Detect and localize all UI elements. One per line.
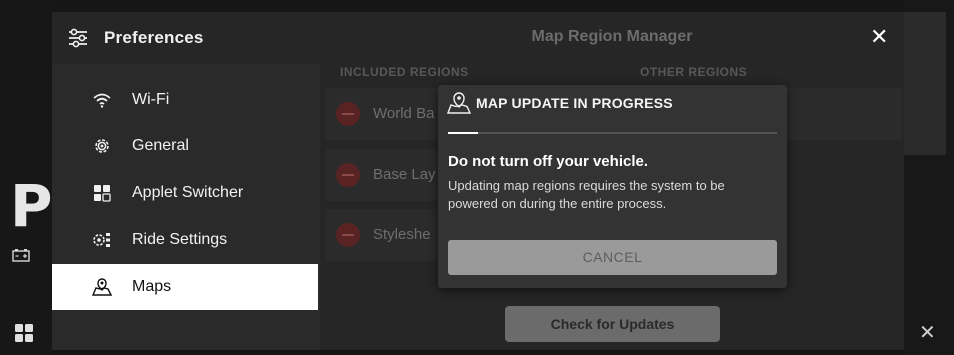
preferences-panel: Preferences Wi-Fi General Applet Switche…: [52, 12, 320, 350]
preferences-header: Preferences: [52, 12, 320, 64]
menu-item-label: General: [132, 137, 189, 154]
progress-bar: [448, 132, 777, 134]
remove-region-button[interactable]: [336, 163, 360, 187]
modal-body-text: Updating map regions requires the system…: [448, 178, 725, 211]
modal-warning-heading: Do not turn off your vehicle.: [448, 153, 649, 170]
update-progress-modal: MAP UPDATE IN PROGRESS Do not turn off y…: [438, 85, 787, 288]
region-label: Base Lay: [373, 166, 436, 183]
menu-item-maps[interactable]: Maps: [52, 264, 318, 310]
settings-sliders-icon: [67, 28, 89, 53]
close-icon[interactable]: ✕: [919, 323, 936, 343]
map-icon: [91, 277, 113, 297]
battery-icon: [12, 248, 30, 267]
region-label: World Ba: [373, 105, 435, 122]
cancel-button[interactable]: CANCEL: [448, 240, 777, 275]
check-for-updates-button[interactable]: Check for Updates: [505, 306, 720, 342]
gear-icon: [92, 136, 112, 156]
wifi-icon: [92, 90, 112, 110]
other-regions-header: OTHER REGIONS: [640, 65, 748, 79]
progress-bar-fill: [448, 132, 478, 134]
preferences-title: Preferences: [104, 28, 204, 47]
panel-title: Map Region Manager: [531, 28, 693, 45]
region-label: Styleshe: [373, 226, 431, 243]
menu-item-applet-switcher[interactable]: Applet Switcher: [52, 170, 318, 216]
remove-region-button[interactable]: [336, 102, 360, 126]
background-right-panel: [904, 12, 946, 155]
close-icon[interactable]: ✕: [870, 26, 888, 48]
home-grid-icon[interactable]: [14, 323, 34, 348]
ride-settings-icon: [92, 230, 112, 250]
menu-item-ride-settings[interactable]: Ride Settings: [52, 217, 318, 263]
menu-item-wifi[interactable]: Wi-Fi: [52, 77, 318, 123]
app-window: P Preferences Wi-Fi General Applet Switc…: [0, 0, 954, 355]
grid-icon: [92, 183, 112, 203]
menu-item-label: Ride Settings: [132, 231, 228, 248]
remove-region-button[interactable]: [336, 223, 360, 247]
included-regions-header: INCLUDED REGIONS: [340, 65, 469, 79]
menu-item-label: Maps: [132, 278, 172, 295]
background-gear-indicator: P: [10, 172, 53, 240]
menu-item-label: Applet Switcher: [132, 184, 244, 201]
map-icon: [446, 91, 472, 120]
menu-item-general[interactable]: General: [52, 123, 318, 169]
modal-title: MAP UPDATE IN PROGRESS: [476, 95, 673, 111]
menu-item-label: Wi-Fi: [132, 91, 170, 108]
